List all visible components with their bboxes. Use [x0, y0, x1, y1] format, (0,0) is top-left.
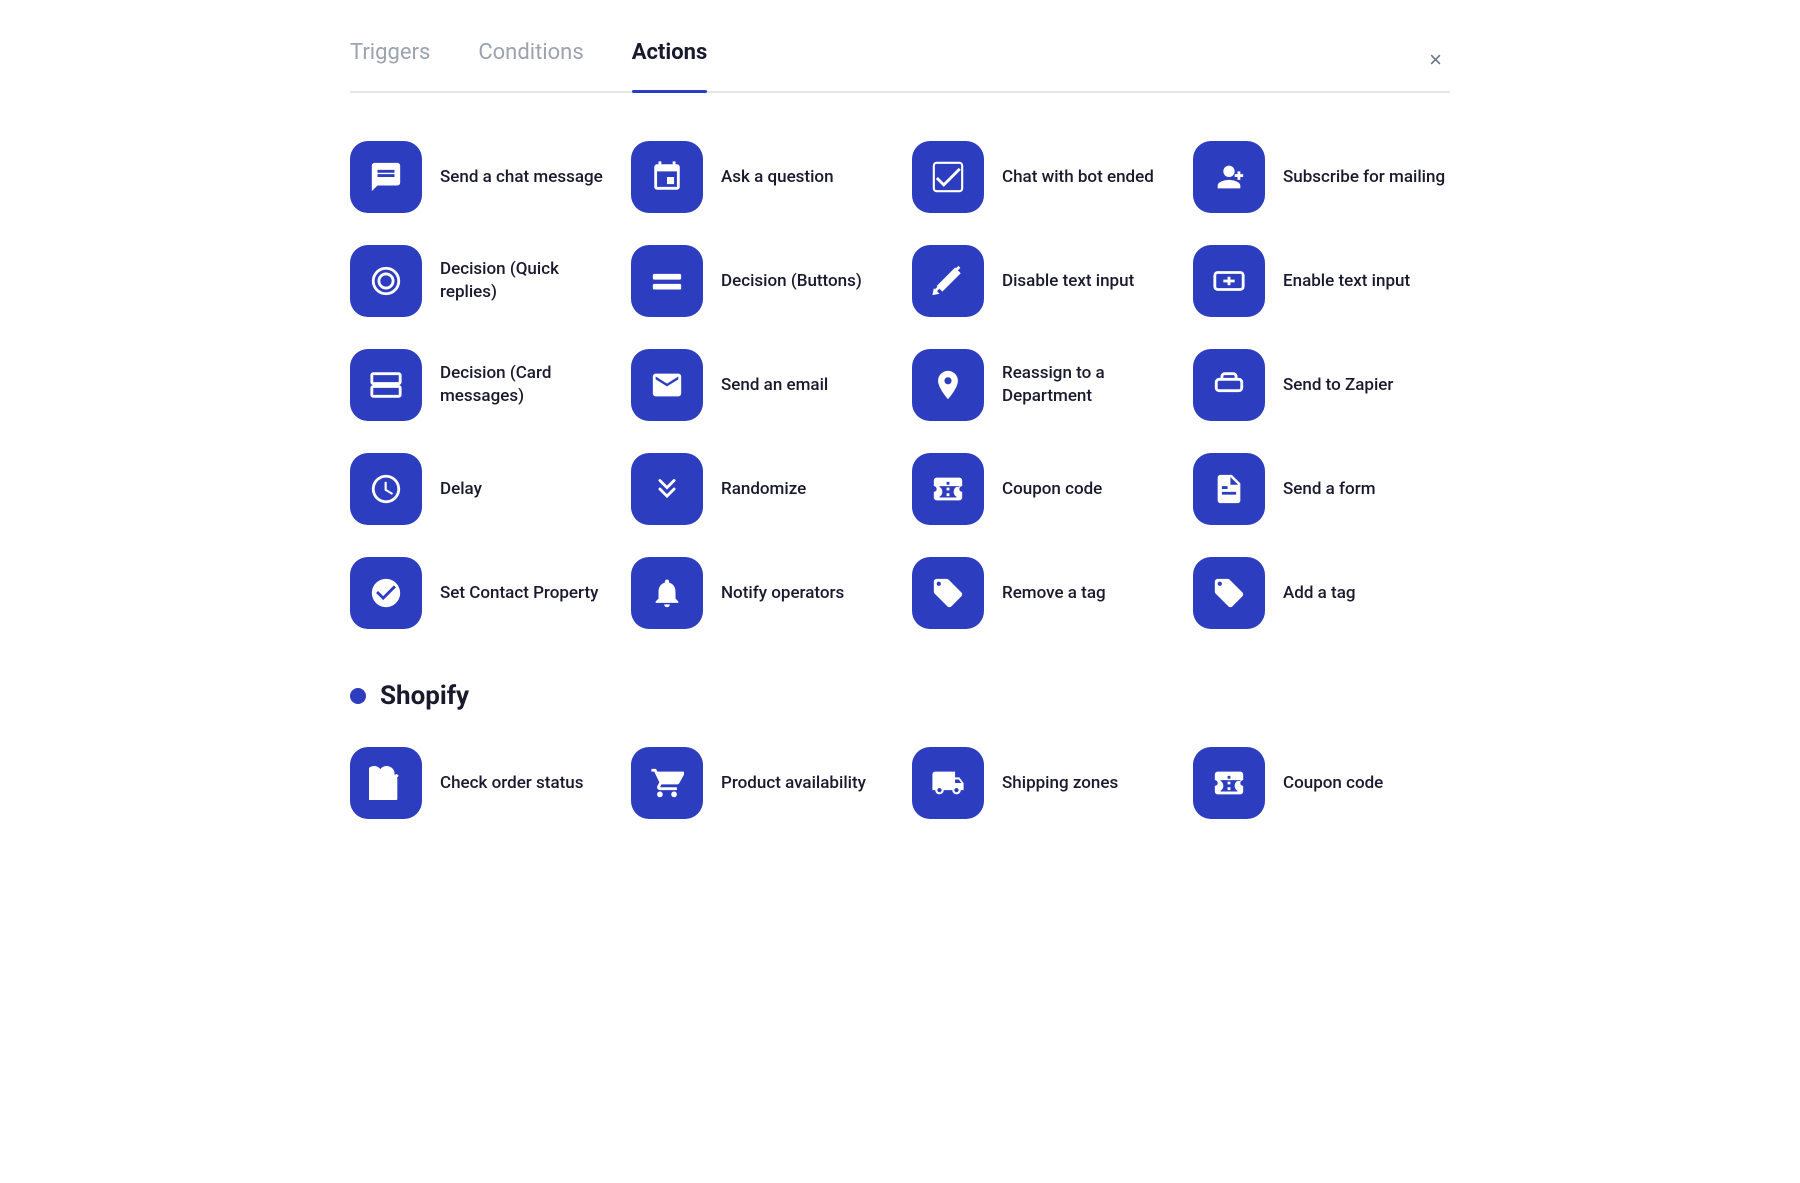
action-label-send-form: Send a form [1283, 478, 1376, 501]
shopify-grid: Check order status Product availability Sh… [350, 747, 1450, 819]
action-label-shopify-coupon: Coupon code [1283, 772, 1383, 795]
action-item-shipping-zones[interactable]: Shipping zones [912, 747, 1169, 819]
action-item-notify-operators[interactable]: Notify operators [631, 557, 888, 629]
action-label-check-order: Check order status [440, 772, 583, 795]
action-item-enable-text[interactable]: Enable text input [1193, 245, 1450, 317]
action-label-product-availability: Product availability [721, 772, 866, 795]
coupon-icon [912, 453, 984, 525]
action-label-subscribe-mailing: Subscribe for mailing [1283, 166, 1445, 189]
shopify-title: Shopify [380, 681, 469, 711]
email-icon [631, 349, 703, 421]
shopify-section-heading: Shopify [350, 681, 1450, 711]
action-label-ask-question: Ask a question [721, 166, 834, 189]
action-label-add-tag: Add a tag [1283, 582, 1356, 605]
action-label-decision-quick: Decision (Quick replies) [440, 258, 607, 304]
order-icon [350, 747, 422, 819]
notify-icon [631, 557, 703, 629]
action-item-remove-tag[interactable]: Remove a tag [912, 557, 1169, 629]
action-label-enable-text: Enable text input [1283, 270, 1410, 293]
tab-actions[interactable]: Actions [632, 40, 708, 79]
action-item-send-zapier[interactable]: Send to Zapier [1193, 349, 1450, 421]
action-item-shopify-coupon[interactable]: Coupon code [1193, 747, 1450, 819]
action-label-disable-text: Disable text input [1002, 270, 1134, 293]
actions-grid: Send a chat message Ask a question Chat wi… [350, 141, 1450, 629]
action-item-decision-buttons[interactable]: Decision (Buttons) [631, 245, 888, 317]
action-label-set-contact: Set Contact Property [440, 582, 598, 605]
ask-icon [631, 141, 703, 213]
tag-icon [912, 557, 984, 629]
action-item-send-chat-message[interactable]: Send a chat message [350, 141, 607, 213]
delay-icon [350, 453, 422, 525]
coupon-icon [1193, 747, 1265, 819]
action-item-randomize[interactable]: Randomize [631, 453, 888, 525]
tag-add-icon [1193, 557, 1265, 629]
randomize-icon [631, 453, 703, 525]
tab-triggers[interactable]: Triggers [350, 40, 430, 79]
shipping-icon [912, 747, 984, 819]
form-icon [1193, 453, 1265, 525]
action-label-decision-card: Decision (Card messages) [440, 362, 607, 408]
action-label-notify-operators: Notify operators [721, 582, 844, 605]
buttons-icon [631, 245, 703, 317]
action-item-ask-question[interactable]: Ask a question [631, 141, 888, 213]
action-item-product-availability[interactable]: Product availability [631, 747, 888, 819]
action-item-send-form[interactable]: Send a form [1193, 453, 1450, 525]
action-label-send-email: Send an email [721, 374, 828, 397]
main-container: Triggers Conditions Actions × Send a cha… [350, 40, 1450, 1143]
action-item-coupon-code[interactable]: Coupon code [912, 453, 1169, 525]
action-item-decision-quick[interactable]: Decision (Quick replies) [350, 245, 607, 317]
action-label-send-chat-message: Send a chat message [440, 166, 603, 189]
action-item-disable-text[interactable]: Disable text input [912, 245, 1169, 317]
tabs-bar: Triggers Conditions Actions × [350, 40, 1450, 93]
reassign-icon [912, 349, 984, 421]
shopify-dot [350, 688, 366, 704]
action-label-chat-bot-ended: Chat with bot ended [1002, 166, 1154, 189]
action-item-chat-bot-ended[interactable]: Chat with bot ended [912, 141, 1169, 213]
subscribe-icon [1193, 141, 1265, 213]
close-button[interactable]: × [1421, 45, 1450, 75]
action-label-randomize: Randomize [721, 478, 806, 501]
bot-ended-icon [912, 141, 984, 213]
action-label-delay: Delay [440, 478, 482, 501]
quick-replies-icon [350, 245, 422, 317]
enable-text-icon [1193, 245, 1265, 317]
disable-text-icon [912, 245, 984, 317]
chat-icon [350, 141, 422, 213]
action-label-shipping-zones: Shipping zones [1002, 772, 1118, 795]
action-item-add-tag[interactable]: Add a tag [1193, 557, 1450, 629]
tab-conditions[interactable]: Conditions [478, 40, 583, 79]
card-icon [350, 349, 422, 421]
action-item-set-contact[interactable]: Set Contact Property [350, 557, 607, 629]
zapier-icon [1193, 349, 1265, 421]
action-item-reassign-dept[interactable]: Reassign to a Department [912, 349, 1169, 421]
action-label-send-zapier: Send to Zapier [1283, 374, 1393, 397]
contact-icon [350, 557, 422, 629]
action-label-remove-tag: Remove a tag [1002, 582, 1106, 605]
action-item-decision-card[interactable]: Decision (Card messages) [350, 349, 607, 421]
action-item-check-order[interactable]: Check order status [350, 747, 607, 819]
action-item-delay[interactable]: Delay [350, 453, 607, 525]
action-item-subscribe-mailing[interactable]: Subscribe for mailing [1193, 141, 1450, 213]
action-item-send-email[interactable]: Send an email [631, 349, 888, 421]
action-label-coupon-code: Coupon code [1002, 478, 1102, 501]
cart-icon [631, 747, 703, 819]
action-label-reassign-dept: Reassign to a Department [1002, 362, 1169, 408]
action-label-decision-buttons: Decision (Buttons) [721, 270, 862, 293]
